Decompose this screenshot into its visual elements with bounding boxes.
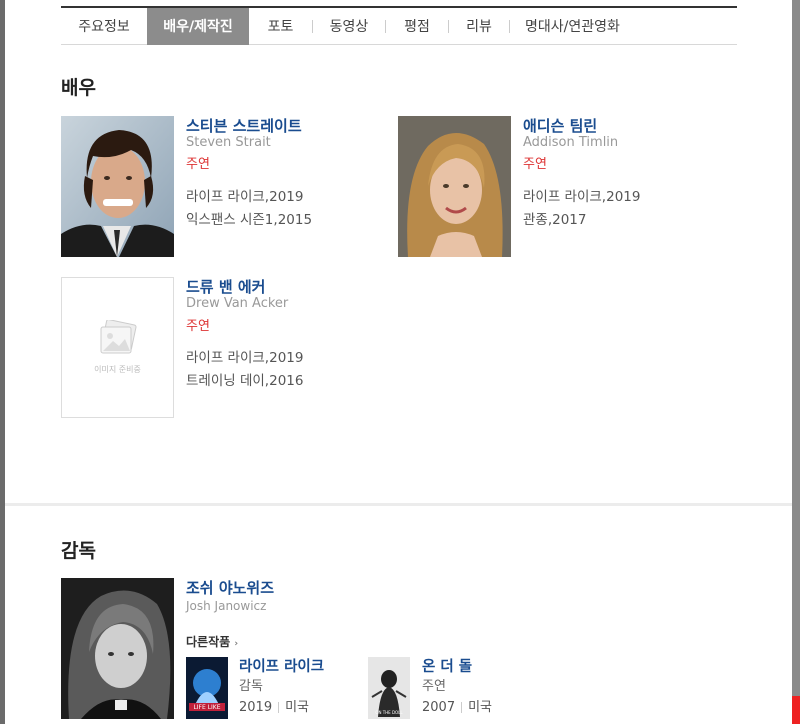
poster-text: LIFE LIKE <box>193 704 220 711</box>
film-country: 미국 <box>285 700 310 715</box>
actor-name-ko[interactable]: 드류 밴 에커 <box>186 276 265 297</box>
actor-photo[interactable] <box>398 116 511 257</box>
actor-work-item[interactable]: 라이프 라이크,2019 <box>523 185 640 205</box>
tab-photo[interactable]: 포토 <box>249 8 312 45</box>
tab-video[interactable]: 동영상 <box>313 8 385 45</box>
tab-review[interactable]: 리뷰 <box>449 8 509 45</box>
director-name-en: Josh Janowicz <box>186 599 267 613</box>
image-placeholder-icon <box>100 320 137 354</box>
tab-quotes-related[interactable]: 명대사/연관영화 <box>510 8 635 45</box>
section-title-actors: 배우 <box>61 77 96 99</box>
chevron-right-icon: › <box>234 639 239 649</box>
film-meta: 2007 미국 <box>422 696 492 715</box>
actor-name-ko[interactable]: 스티븐 스트레이트 <box>186 115 302 136</box>
tab-main-info[interactable]: 주요정보 <box>61 8 147 45</box>
meta-divider <box>461 702 463 713</box>
actor-work-item[interactable]: 관종,2017 <box>523 208 587 228</box>
actor-role: 주연 <box>186 319 210 334</box>
tab-rating[interactable]: 평점 <box>386 8 448 45</box>
film-role: 주연 <box>422 679 446 694</box>
other-works-label: 다른작품 <box>186 635 231 649</box>
section-divider <box>5 503 792 506</box>
actor-work-item[interactable]: 익스팬스 시즌1,2015 <box>186 208 312 228</box>
actor-name-en: Drew Van Acker <box>186 296 289 311</box>
film-poster[interactable]: ON THE DOLL <box>368 657 410 719</box>
film-year: 2019 <box>239 700 273 715</box>
placeholder-text: 이미지 준비중 <box>94 365 141 374</box>
red-corner-badge <box>792 696 800 724</box>
meta-divider <box>278 702 280 713</box>
film-poster[interactable]: LIFE LIKE <box>186 657 228 719</box>
window-frame-left <box>0 0 5 724</box>
actor-work-item[interactable]: 라이프 라이크,2019 <box>186 346 303 366</box>
film-title[interactable]: 온 더 돌 <box>422 655 472 676</box>
movie-tab-bar: 주요정보 배우/제작진 포토 동영상 평점 리뷰 명대사/연관영화 <box>61 6 737 45</box>
poster-text: ON THE DOLL <box>375 710 403 715</box>
actor-photo-placeholder[interactable]: 이미지 준비중 <box>61 277 174 418</box>
actor-name-ko[interactable]: 애디슨 팀린 <box>523 115 597 136</box>
director-name-ko[interactable]: 조쉬 야노위즈 <box>186 577 274 598</box>
director-photo[interactable] <box>61 578 174 719</box>
other-works-link[interactable]: 다른작품 › <box>186 633 238 650</box>
film-meta: 2019 미국 <box>239 696 309 715</box>
actor-name-en: Steven Strait <box>186 135 271 150</box>
section-title-director: 감독 <box>61 540 96 562</box>
actor-name-en: Addison Timlin <box>523 135 619 150</box>
film-title[interactable]: 라이프 라이크 <box>239 655 324 676</box>
actor-role: 주연 <box>523 157 547 172</box>
window-frame-right <box>792 0 800 724</box>
actor-photo[interactable] <box>61 116 174 257</box>
film-country: 미국 <box>468 700 493 715</box>
tab-cast-crew[interactable]: 배우/제작진 <box>147 7 249 45</box>
actor-work-item[interactable]: 라이프 라이크,2019 <box>186 185 303 205</box>
film-year: 2007 <box>422 700 456 715</box>
actor-role: 주연 <box>186 157 210 172</box>
actor-work-item[interactable]: 트레이닝 데이,2016 <box>186 369 303 389</box>
film-role: 감독 <box>239 679 263 694</box>
